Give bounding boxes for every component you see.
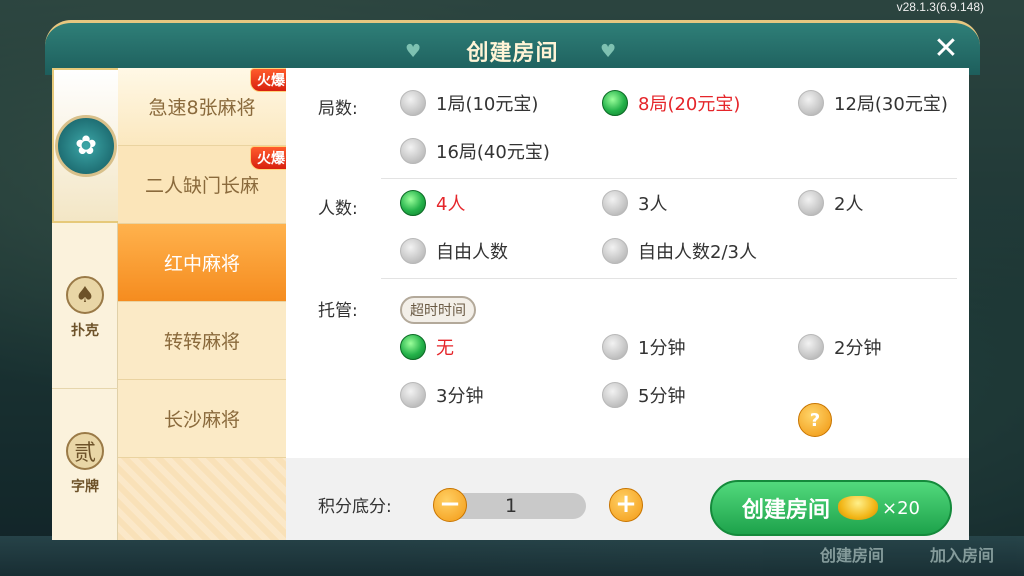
game-item-label: 长沙麻将 xyxy=(163,409,240,431)
plus-button[interactable]: + xyxy=(609,488,643,522)
radio-selected-icon xyxy=(400,334,426,360)
zipai-icon: 贰 xyxy=(66,431,104,470)
radio-icon xyxy=(602,382,628,408)
game-item-hongzhong[interactable]: 红中麻将 xyxy=(118,224,286,302)
game-item-label: 二人缺门长麻 xyxy=(144,175,259,197)
background-bottom-menu: 创建房间 加入房间 xyxy=(0,536,1024,576)
bg-join-room: 加入房间 xyxy=(930,546,995,565)
gold-ingot-icon xyxy=(838,496,878,520)
divider xyxy=(381,178,957,179)
option-label: 无 xyxy=(436,338,454,359)
radio-icon xyxy=(798,334,824,360)
option-label: 3分钟 xyxy=(436,386,484,407)
close-icon[interactable]: ✕ xyxy=(930,33,962,65)
auto-option-none[interactable]: 无 xyxy=(400,334,454,360)
radio-selected-icon xyxy=(602,90,628,116)
players-option-2[interactable]: 2人 xyxy=(798,190,863,216)
mahjong-badge-icon: ✿ xyxy=(55,114,117,177)
option-label: 4人 xyxy=(436,194,466,215)
option-label: 2人 xyxy=(834,194,864,215)
game-list: 急速8张麻将 火爆 二人缺门长麻 火爆 红中麻将 转转麻将 长沙麻将 xyxy=(118,68,292,540)
radio-icon xyxy=(400,238,426,264)
bg-create-room: 创建房间 xyxy=(820,546,885,565)
radio-icon xyxy=(400,90,426,116)
radio-icon xyxy=(400,382,426,408)
auto-option-1min[interactable]: 1分钟 xyxy=(602,334,685,360)
category-mahjong[interactable]: ✿ xyxy=(52,68,118,223)
radio-icon xyxy=(602,238,628,264)
create-room-cost: ×20 xyxy=(882,497,920,519)
option-label: 16局(40元宝) xyxy=(436,142,550,163)
players-option-free[interactable]: 自由人数 xyxy=(400,238,508,264)
category-column: ✿ ♠ 扑克 贰 字牌 xyxy=(52,68,118,540)
radio-icon xyxy=(400,138,426,164)
dialog-title: 创建房间 xyxy=(466,41,559,66)
players-label: 人数: xyxy=(318,199,358,219)
spade-icon: ♠ xyxy=(66,276,104,314)
radio-icon xyxy=(602,190,628,216)
bottom-bar: 积分底分: 1 − + 创建房间 ×20 xyxy=(286,458,969,540)
option-label: 1局(10元宝) xyxy=(436,94,539,115)
options-panel: 局数: 1局(10元宝) 8局(20元宝) 12局(30元宝) 16局(40元宝… xyxy=(286,68,969,458)
create-room-dialog: ♥ 创建房间 ♥ ✕ ✿ ♠ 扑克 贰 字牌 急速8张麻将 火爆 二人缺门长麻 … xyxy=(45,20,980,540)
option-label: 2分钟 xyxy=(834,338,882,359)
minus-button[interactable]: − xyxy=(433,488,467,522)
auto-option-2min[interactable]: 2分钟 xyxy=(798,334,881,360)
score-label: 积分底分: xyxy=(318,497,392,517)
option-label: 1分钟 xyxy=(638,338,686,359)
game-list-pattern xyxy=(118,458,286,540)
dialog-title-bar: ♥ 创建房间 ♥ ✕ xyxy=(45,20,980,75)
game-item-jisu8[interactable]: 急速8张麻将 火爆 xyxy=(118,68,292,146)
title-ornament-right-icon: ♥ xyxy=(600,41,617,62)
category-zipai-label: 字牌 xyxy=(71,478,99,495)
game-item-label: 转转麻将 xyxy=(163,331,240,353)
option-label: 3人 xyxy=(638,194,668,215)
game-item-label: 急速8张麻将 xyxy=(148,97,256,119)
game-item-erren[interactable]: 二人缺门长麻 火爆 xyxy=(118,146,292,224)
category-poker-label: 扑克 xyxy=(71,323,99,339)
option-label: 8局(20元宝) xyxy=(638,94,741,115)
radio-selected-icon xyxy=(400,190,426,216)
game-item-zhuanzhuan[interactable]: 转转麻将 xyxy=(118,302,286,380)
auto-option-3min[interactable]: 3分钟 xyxy=(400,382,483,408)
create-room-label: 创建房间 xyxy=(741,498,830,523)
option-label: 12局(30元宝) xyxy=(834,94,948,115)
rounds-option-1[interactable]: 1局(10元宝) xyxy=(400,90,538,116)
game-item-label: 红中麻将 xyxy=(163,253,240,275)
game-item-changsha[interactable]: 长沙麻将 xyxy=(118,380,286,458)
radio-icon xyxy=(798,90,824,116)
option-label: 自由人数2/3人 xyxy=(638,242,757,263)
players-option-4[interactable]: 4人 xyxy=(400,190,465,216)
radio-icon xyxy=(798,190,824,216)
rounds-option-16[interactable]: 16局(40元宝) xyxy=(400,138,550,164)
option-label: 5分钟 xyxy=(638,386,686,407)
auto-option-5min[interactable]: 5分钟 xyxy=(602,382,685,408)
option-label: 自由人数 xyxy=(436,242,508,263)
radio-icon xyxy=(602,334,628,360)
category-poker[interactable]: ♠ 扑克 xyxy=(52,243,118,373)
players-option-free23[interactable]: 自由人数2/3人 xyxy=(602,238,757,264)
help-icon[interactable]: ? xyxy=(798,403,832,437)
divider xyxy=(381,278,957,279)
players-option-3[interactable]: 3人 xyxy=(602,190,667,216)
timeout-tag: 超时时间 xyxy=(400,296,476,324)
category-zipai[interactable]: 贰 字牌 xyxy=(52,388,118,538)
rounds-option-8[interactable]: 8局(20元宝) xyxy=(602,90,740,116)
version-label: v28.1.3(6.9.148) xyxy=(896,0,984,14)
rounds-option-12[interactable]: 12局(30元宝) xyxy=(798,90,948,116)
create-room-button[interactable]: 创建房间 ×20 xyxy=(710,480,952,536)
rounds-label: 局数: xyxy=(318,99,358,119)
auto-label: 托管: xyxy=(318,301,358,321)
